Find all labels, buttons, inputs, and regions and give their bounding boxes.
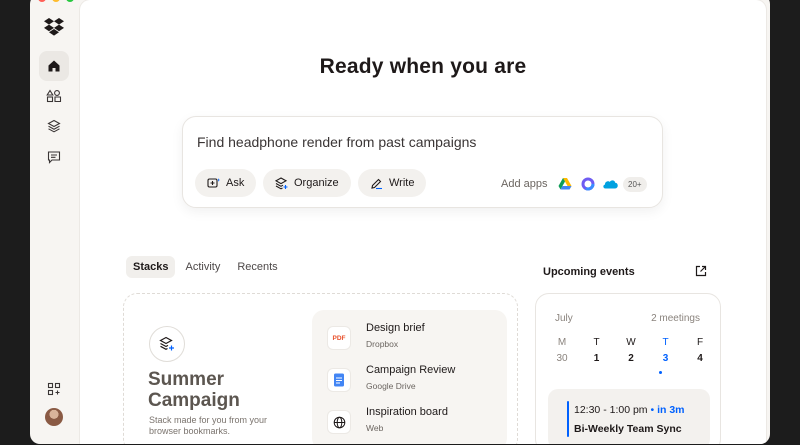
weekday-label: T	[662, 337, 669, 348]
sidebar-item-shapes[interactable]	[39, 81, 69, 111]
sidebar-item-home[interactable]	[39, 51, 69, 81]
google-drive-icon[interactable]	[558, 177, 572, 191]
tab-recents[interactable]: Recents	[230, 256, 284, 278]
app-ring-icon[interactable]	[581, 177, 595, 191]
tab-activity[interactable]: Activity	[178, 256, 227, 278]
events-card: July 2 meetings M T W T F 30 1 2 3 4 12:…	[535, 293, 721, 444]
file-item[interactable]: PDF Design brief Dropbox	[328, 322, 425, 349]
open-external-icon[interactable]	[694, 264, 708, 278]
meeting-count: 2 meetings	[651, 313, 700, 324]
chat-icon	[47, 151, 61, 164]
file-source: Google Drive	[366, 381, 416, 391]
file-item[interactable]: Campaign Review Google Drive	[328, 364, 455, 391]
calendar-month: July	[555, 313, 573, 324]
stack-description: Stack made for you from your browser boo…	[149, 415, 268, 436]
stack-name-line2: Campaign	[148, 390, 240, 411]
shapes-icon	[46, 89, 62, 103]
write-label: Write	[389, 177, 415, 189]
ask-icon	[207, 178, 220, 188]
stack-name: Summer Campaign	[148, 369, 240, 411]
content-tabs: Stacks Activity Recents	[126, 256, 285, 278]
organize-button[interactable]: Organize	[263, 169, 351, 197]
calendar-weekdays: M T W T F	[555, 337, 707, 348]
calendar-dates: 30 1 2 3 4	[555, 353, 707, 364]
organize-label: Organize	[294, 177, 339, 189]
ask-button[interactable]: Ask	[195, 169, 257, 197]
sidebar-item-stacks[interactable]	[39, 111, 69, 141]
calendar-date[interactable]: 4	[693, 353, 707, 364]
stack-files: PDF Design brief Dropbox Campaign Review…	[312, 310, 507, 444]
dropbox-logo-icon[interactable]	[39, 12, 69, 42]
calendar-date[interactable]: 2	[624, 353, 638, 364]
event-item[interactable]: 12:30 - 1:00 pm • in 3m Bi-Weekly Team S…	[548, 389, 710, 444]
main-panel: Ready when you are Ask Organize Write Ad…	[80, 0, 766, 444]
sidebar	[30, 0, 78, 444]
avatar[interactable]	[45, 408, 63, 426]
event-accent-bar	[567, 401, 569, 437]
upcoming-events-title: Upcoming events	[543, 266, 635, 278]
sidebar-item-apps[interactable]	[39, 374, 69, 404]
globe-icon	[328, 411, 350, 433]
weekday-label: F	[696, 337, 704, 348]
stack-card[interactable]: Summer Campaign Stack made for you from …	[123, 293, 518, 444]
home-icon	[48, 60, 60, 72]
doc-icon	[328, 369, 350, 391]
stack-icon	[159, 336, 174, 351]
file-name: Design brief	[366, 322, 425, 334]
event-time-range: 12:30 - 1:00 pm	[574, 404, 648, 416]
weekday-label: W	[626, 337, 636, 348]
today-indicator	[659, 371, 662, 374]
write-icon	[371, 178, 382, 189]
page-title: Ready when you are	[319, 55, 527, 78]
file-name: Campaign Review	[366, 364, 456, 376]
stacks-icon	[47, 119, 61, 133]
weekday-label: M	[557, 337, 567, 348]
file-name: Inspiration board	[366, 406, 448, 418]
file-item[interactable]: Inspiration board Web	[328, 406, 448, 433]
file-source: Dropbox	[366, 339, 399, 349]
stack-name-line1: Summer	[148, 369, 225, 390]
more-apps-badge[interactable]: 20+	[623, 177, 647, 192]
write-button[interactable]: Write	[358, 169, 427, 197]
ask-label: Ask	[226, 177, 245, 189]
weekday-label: T	[593, 337, 600, 348]
salesforce-icon[interactable]	[602, 177, 619, 191]
event-countdown: in 3m	[657, 404, 685, 416]
calendar-date-today[interactable]: 3	[659, 353, 673, 364]
event-separator: •	[650, 404, 655, 416]
tab-stacks[interactable]: Stacks	[126, 256, 176, 278]
search-input[interactable]	[197, 134, 617, 150]
event-title: Bi-Weekly Team Sync	[574, 423, 682, 435]
apps-grid-icon	[47, 382, 61, 396]
search-card: Ask Organize Write Add apps 20+	[182, 116, 663, 208]
calendar-date[interactable]: 1	[590, 353, 604, 364]
pdf-icon: PDF	[328, 327, 350, 349]
calendar-date[interactable]: 30	[555, 353, 569, 364]
add-apps-label[interactable]: Add apps	[501, 178, 547, 190]
file-source: Web	[366, 423, 384, 433]
sidebar-item-chat[interactable]	[39, 142, 69, 172]
event-time: 12:30 - 1:00 pm • in 3m	[574, 404, 685, 416]
organize-icon	[275, 176, 288, 189]
stack-badge	[149, 326, 185, 362]
app-window: Ready when you are Ask Organize Write Ad…	[30, 0, 770, 444]
